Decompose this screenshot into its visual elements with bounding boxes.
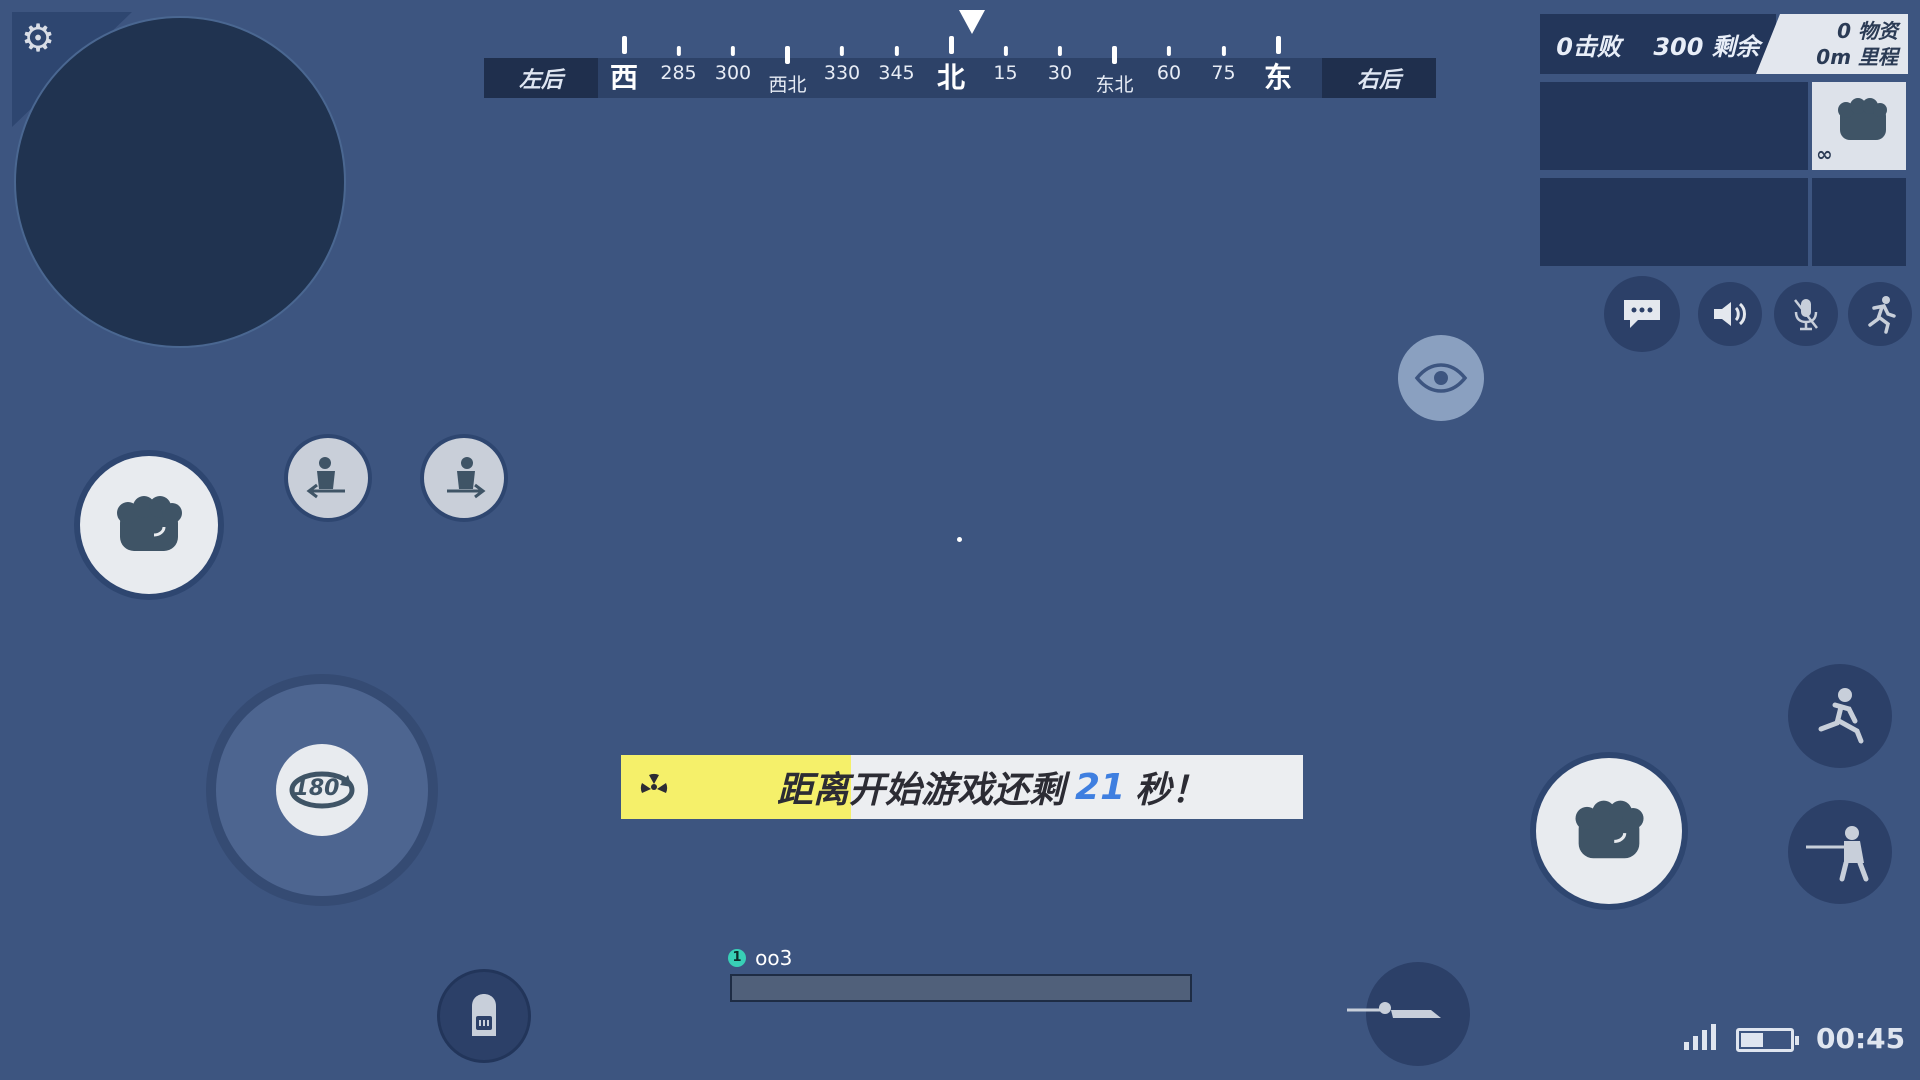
teammate-number-badge: 1 — [728, 949, 746, 967]
compass-mark-label: 330 — [823, 62, 861, 84]
compass-mark-label: 60 — [1156, 62, 1182, 84]
compass-mark-label: 东 — [1263, 61, 1293, 94]
compass-mark-label: 285 — [660, 62, 697, 84]
battery-icon — [1736, 1028, 1799, 1052]
compass-mark: 300 — [715, 46, 751, 84]
teammate-name: oo3 — [755, 946, 793, 970]
countdown-suffix: 秒！ — [1135, 770, 1208, 811]
signal-strength-icon — [1684, 1024, 1720, 1050]
backpack-icon — [472, 994, 496, 1036]
fire-button-left[interactable] — [80, 456, 218, 594]
countdown-seconds: 21 — [1075, 766, 1126, 808]
eye-icon — [1414, 363, 1468, 393]
kills-count: 0击败 — [1556, 32, 1621, 61]
chat-icon — [1624, 300, 1660, 328]
compass-pointer-icon — [959, 10, 985, 34]
weapon-slot-melee[interactable]: ∞ — [1812, 82, 1906, 170]
compass-mark-label: 75 — [1211, 62, 1236, 84]
weapon-slot-secondary[interactable] — [1540, 178, 1808, 266]
lean-right-icon — [447, 457, 486, 499]
scoreboard-kills-remaining: 0击败 300 剩余 — [1540, 14, 1776, 74]
radiation-icon — [640, 773, 668, 793]
compass-mark: 285 — [660, 46, 697, 84]
fire-button-right[interactable] — [1536, 758, 1682, 904]
compass-mark-label: 北 — [936, 61, 966, 94]
jump-button[interactable] — [1788, 664, 1892, 768]
scoreboard-supplies-distance: 0 物资 0m 里程 — [1756, 14, 1908, 74]
minimap[interactable] — [14, 16, 346, 348]
mic-muted-icon — [1794, 299, 1818, 331]
compass-mark: 东北 — [1095, 46, 1134, 97]
run-icon — [1868, 296, 1896, 334]
compass-mark-label: 西 — [609, 61, 639, 94]
countdown-prefix: 距离开始游戏还剩 — [777, 770, 1066, 811]
compass-mark: 15 — [993, 46, 1018, 84]
distance-value: 0m 里程 — [1816, 45, 1898, 69]
teammate-info: 1 oo3 — [728, 946, 792, 970]
crouch-button[interactable] — [1788, 800, 1892, 904]
gear-icon[interactable]: ⚙ — [16, 16, 60, 60]
speaker-icon — [1714, 302, 1746, 326]
fist-icon — [1575, 800, 1644, 859]
auto-run-button[interactable] — [1848, 282, 1912, 346]
countdown-text: 距离开始游戏还剩 21 秒！ — [777, 755, 1207, 819]
sound-button[interactable] — [1698, 282, 1762, 346]
compass-mark: 60 — [1157, 46, 1181, 84]
compass-mark-label: 345 — [878, 62, 915, 84]
compass-mark-label: 15 — [993, 62, 1018, 84]
lean-left-button[interactable] — [288, 438, 368, 518]
compass-mark: 西 — [610, 36, 638, 96]
crosshair — [957, 537, 962, 542]
compass: 左后 右后 西 285 300 西北 330 345 北 15 30 东北 60 75 东 — [484, 0, 1436, 100]
compass-right-rear-label: 右后 — [1322, 58, 1436, 98]
free-look-button[interactable] — [1398, 335, 1484, 421]
compass-mark: 75 — [1211, 46, 1236, 84]
weapon-slot-primary[interactable] — [1540, 82, 1808, 170]
compass-mark-label: 西北 — [768, 74, 807, 96]
weapon-slot-secondary-extra[interactable] — [1812, 178, 1906, 266]
compass-mark-label: 东北 — [1095, 74, 1134, 96]
compass-mark: 345 — [878, 46, 915, 84]
prone-icon — [1347, 1002, 1441, 1018]
crouch-icon — [1806, 826, 1869, 882]
remaining-count: 300 剩余 — [1653, 32, 1760, 61]
compass-mark: 西北 — [768, 46, 807, 97]
mic-button[interactable] — [1774, 282, 1838, 346]
turn-180-label: 180° — [293, 776, 351, 801]
prone-button[interactable] — [1347, 962, 1470, 1066]
compass-mark: 330 — [824, 46, 860, 84]
compass-mark-label: 30 — [1047, 62, 1073, 84]
compass-mark: 30 — [1048, 46, 1072, 84]
compass-left-rear-label: 左后 — [484, 58, 598, 98]
compass-mark: 东 — [1264, 36, 1292, 96]
ammo-infinity: ∞ — [1816, 142, 1833, 166]
jump-icon — [1818, 688, 1864, 744]
compass-mark-label: 300 — [714, 62, 752, 84]
battery-level — [1741, 1033, 1763, 1047]
supplies-count: 0 物资 — [1837, 19, 1898, 43]
backpack-button[interactable] — [440, 972, 528, 1060]
teammate-health-bar — [730, 974, 1192, 1002]
clock: 00:45 — [1816, 1022, 1906, 1055]
fist-icon — [117, 496, 182, 551]
compass-mark: 北 — [937, 36, 965, 96]
lean-left-icon — [306, 457, 345, 499]
countdown-banner: 距离开始游戏还剩 21 秒！ — [621, 755, 1303, 819]
chat-button[interactable] — [1604, 276, 1680, 352]
lean-right-button[interactable] — [424, 438, 504, 518]
scoreboard: 0击败 300 剩余 0 物资 0m 里程 — [1540, 14, 1908, 74]
